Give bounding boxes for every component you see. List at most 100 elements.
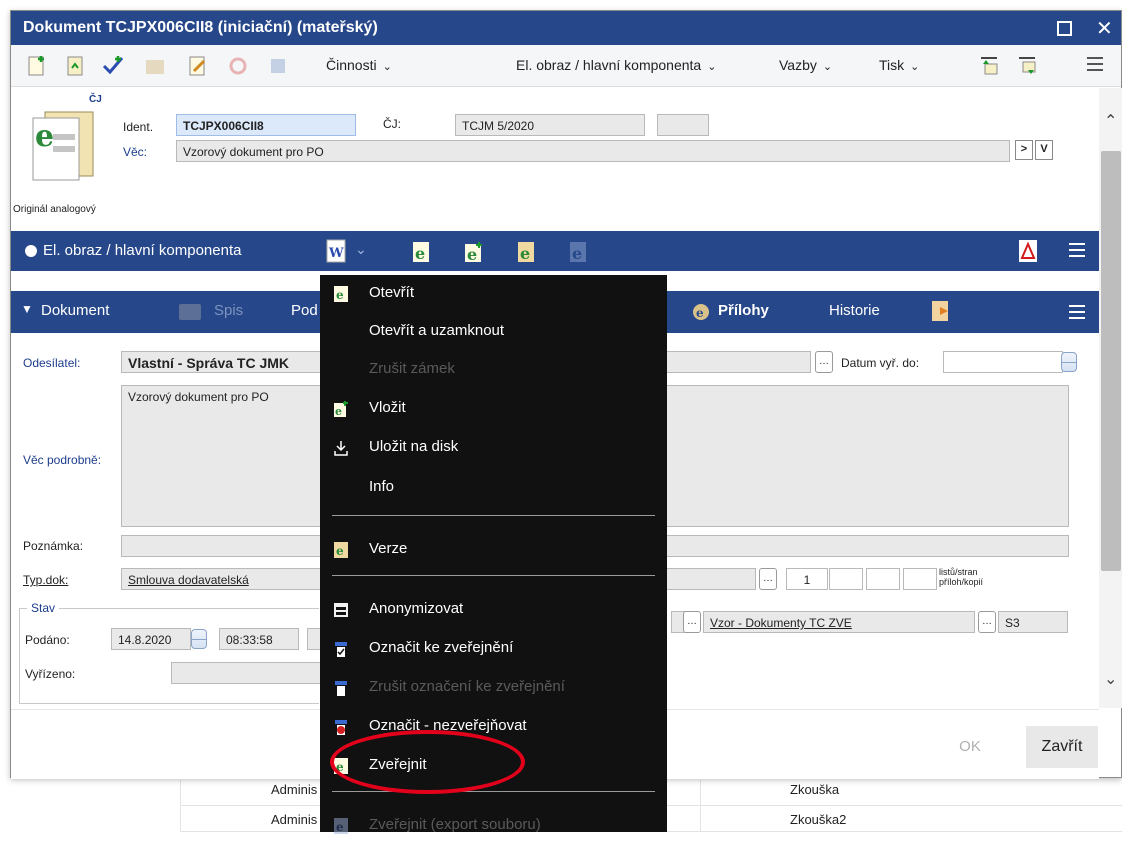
- toolbar-menu-icon[interactable]: [1087, 57, 1103, 71]
- edit-icon[interactable]: [186, 54, 210, 78]
- e-insert-icon[interactable]: e: [463, 241, 485, 263]
- dokument-menu-icon[interactable]: [1069, 305, 1085, 319]
- move-up-icon[interactable]: [977, 54, 1001, 78]
- vyrizeno-label: Vyřízeno:: [25, 667, 76, 681]
- svg-text:e: e: [467, 245, 477, 263]
- menu-vazby[interactable]: Vazby ⌄: [779, 57, 832, 73]
- typ-dok-label: Typ.dok:: [23, 573, 69, 587]
- vyrizeno-field[interactable]: [171, 662, 321, 684]
- radio-icon[interactable]: [25, 245, 37, 257]
- mark-nopublish-icon: [335, 720, 347, 735]
- menu-separator: [332, 791, 655, 792]
- menu-item-info[interactable]: Info: [320, 469, 667, 505]
- menu-item-zrusit-oznaceni[interactable]: Zrušit označení ke zveřejnění: [320, 669, 667, 705]
- next-button[interactable]: >: [1015, 140, 1033, 160]
- ok-button[interactable]: OK: [945, 729, 995, 765]
- tab-dokument[interactable]: Dokument: [41, 302, 109, 319]
- folder-icon: [179, 304, 201, 320]
- podano-time-field[interactable]: 08:33:58: [219, 628, 299, 650]
- el-obraz-menu-icon[interactable]: [1069, 243, 1085, 257]
- cj-label: ČJ:: [383, 117, 401, 131]
- vzor-picker-button[interactable]: …: [978, 611, 996, 633]
- cj-extra-field[interactable]: [657, 114, 709, 136]
- menu-item-anonymizovat[interactable]: Anonymizovat: [320, 591, 667, 627]
- tab-prilohy[interactable]: Přílohy: [718, 302, 769, 319]
- close-button[interactable]: Zavřít: [1026, 726, 1098, 768]
- word-file-icon[interactable]: W: [324, 237, 350, 265]
- vzor-field[interactable]: Vzor - Dokumenty TC ZVE: [703, 611, 975, 633]
- tab-historie[interactable]: Historie: [829, 302, 880, 319]
- datum-vyr-field[interactable]: [943, 351, 1063, 373]
- odesilatel-picker-button[interactable]: …: [815, 351, 833, 373]
- poznamka-label: Poznámka:: [23, 539, 84, 553]
- count-field-2[interactable]: [829, 568, 863, 590]
- cj-field[interactable]: TCJM 5/2020: [455, 114, 645, 136]
- el-obraz-bar: El. obraz / hlavní komponenta W ⌄ e e e …: [11, 231, 1099, 271]
- podano-date-spinner[interactable]: [191, 629, 207, 649]
- menu-separator: [332, 515, 655, 516]
- scroll-down-icon[interactable]: ⌄: [1104, 669, 1117, 689]
- attachments-icon: e: [693, 304, 709, 320]
- move-down-icon[interactable]: [1015, 54, 1039, 78]
- vec-label: Věc:: [123, 145, 148, 159]
- maximize-icon[interactable]: [1057, 21, 1072, 36]
- count-field-4[interactable]: [903, 568, 937, 590]
- highlight-ellipse: [330, 730, 525, 794]
- pdf-icon[interactable]: [1017, 239, 1039, 263]
- close-icon[interactable]: ✕: [1096, 16, 1113, 41]
- menu-item-verze[interactable]: e Verze: [320, 531, 667, 567]
- download-icon: [334, 441, 348, 456]
- unmark-publish-icon: [335, 681, 347, 696]
- mark-publish-icon: [335, 642, 347, 657]
- e-doc-icon[interactable]: e: [411, 241, 431, 263]
- ident-field[interactable]: TCJPX006CII8: [176, 114, 356, 136]
- menu-el-obraz[interactable]: El. obraz / hlavní komponenta ⌄: [516, 57, 716, 73]
- menu-tisk[interactable]: Tisk ⌄: [879, 57, 919, 73]
- chevron-down-icon: ⌄: [822, 61, 833, 73]
- export-icon[interactable]: [930, 299, 952, 323]
- svg-text:e: e: [336, 544, 344, 558]
- e-version-icon[interactable]: e: [516, 241, 536, 263]
- menu-item-vlozit[interactable]: e Vložit: [320, 390, 667, 426]
- header-panel: ČJ e Originál analogový Ident. TCJPX006C…: [11, 88, 1099, 228]
- database-icon[interactable]: [266, 54, 290, 78]
- menu-item-zrusit-zamek[interactable]: Zrušit zámek: [320, 351, 667, 387]
- new-document-icon[interactable]: [25, 54, 49, 78]
- copy-document-icon[interactable]: [63, 54, 87, 78]
- menu-item-zverejnit-export[interactable]: e Zveřejnit (export souboru): [320, 807, 667, 843]
- svg-text:e: e: [35, 119, 54, 154]
- tab-pod[interactable]: Pod: [291, 302, 318, 319]
- count-field-3[interactable]: [866, 568, 900, 590]
- vec-field[interactable]: Vzorový dokument pro PO: [176, 140, 1010, 162]
- counts-caption: listů/stran příloh/kopií: [939, 567, 984, 587]
- menu-separator: [332, 575, 655, 576]
- datum-vyr-label: Datum vyř. do:: [841, 356, 920, 370]
- count-field[interactable]: 1: [786, 568, 828, 590]
- s3-field[interactable]: S3: [998, 611, 1068, 633]
- chevron-down-icon[interactable]: ▼: [21, 302, 33, 316]
- vec-podrobne-label: Věc podrobně:: [23, 453, 102, 467]
- menu-item-otevrit-a-uzamknout[interactable]: Otevřít a uzamknout: [320, 313, 667, 349]
- menu-item-ulozit-na-disk[interactable]: Uložit na disk: [320, 429, 667, 465]
- title-bar: Dokument TCJPX006CII8 (iniciační) (mateř…: [11, 11, 1121, 45]
- podano-date-field[interactable]: 14.8.2020: [111, 628, 191, 650]
- menu-cinnosti[interactable]: Činnosti ⌄: [326, 57, 392, 73]
- approve-icon[interactable]: [101, 54, 125, 78]
- tab-spis[interactable]: Spis: [214, 302, 243, 319]
- menu-item-oznacit-ke-zverejneni[interactable]: Označit ke zveřejnění: [320, 630, 667, 666]
- menu-item-otevrit[interactable]: e Otevřít: [320, 275, 667, 311]
- folder-icon[interactable]: [143, 54, 167, 78]
- v-button[interactable]: V: [1035, 140, 1053, 160]
- chevron-down-icon[interactable]: ⌄: [355, 241, 367, 258]
- podano-extra-field[interactable]: [307, 628, 321, 650]
- stav-picker-button[interactable]: …: [683, 611, 701, 633]
- e-disabled-icon[interactable]: e: [568, 241, 588, 263]
- toolbar: Činnosti ⌄ El. obraz / hlavní komponenta ⌄…: [11, 45, 1121, 87]
- refresh-icon[interactable]: [226, 54, 250, 78]
- scrollbar-thumb[interactable]: [1101, 151, 1121, 571]
- stav-label: Stav: [27, 601, 60, 615]
- scroll-up-icon[interactable]: ⌃: [1104, 111, 1117, 131]
- insert-doc-icon: e: [334, 401, 348, 417]
- typ-dok-picker-button[interactable]: …: [759, 568, 777, 590]
- datum-vyr-spinner[interactable]: [1061, 352, 1077, 372]
